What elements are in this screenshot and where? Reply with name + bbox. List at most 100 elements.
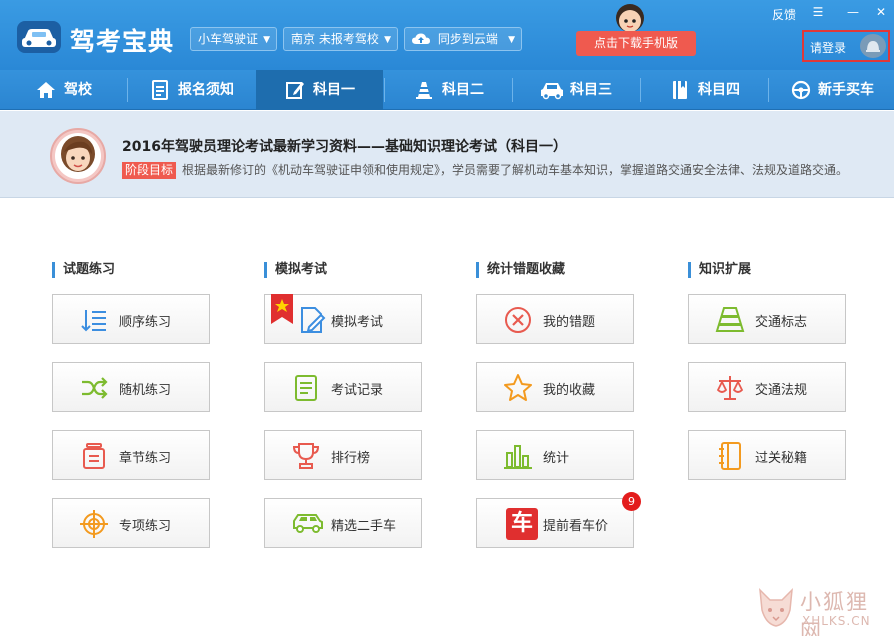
record-icon [295,375,317,401]
nav-item-registration[interactable]: 报名须知 [128,70,255,110]
exam-edit-icon [301,307,326,333]
title-bar: 驾考宝典 小车驾驶证 ▼ 南京 未报考驾校 ▼ 同步到云端 ▼ 点击下载手机版 … [0,0,894,70]
nav-item-buy-car[interactable]: 新手买车 [769,70,894,110]
car-icon [541,83,563,100]
statistics-button[interactable]: 统计 [476,430,634,480]
card-label: 精选二手车 [331,519,397,534]
mock-exam-button[interactable]: 模拟考试 [264,294,422,344]
traffic-sign-icon [715,307,745,332]
nav-label: 科目二 [442,82,484,98]
card-label: 过关秘籍 [755,451,808,466]
chapter-icon [83,443,105,469]
sync-select[interactable]: 同步到云端 ▼ [404,27,522,51]
chevron-down-icon: ▼ [384,35,391,45]
banner-description: 根据最新修订的《机动车驾驶证申领和使用规定》，学员需要了解机动车基本知识，掌握道… [182,163,849,177]
card-label: 章节练习 [119,451,172,466]
document-icon [152,80,168,100]
nav-label: 新手买车 [818,82,874,98]
special-practice-button[interactable]: 专项练习 [52,498,210,548]
nav-label: 报名须知 [178,82,234,98]
car-logo-icon [17,21,61,53]
chapter-practice-button[interactable]: 章节练习 [52,430,210,480]
user-avatar-icon [860,34,886,58]
used-car-icon [293,514,323,533]
nav-item-subject-two[interactable]: 科目二 [385,70,512,110]
car-price-button[interactable]: 车 提前看车价 [476,498,634,548]
location-select[interactable]: 南京 未报考驾校 ▼ [283,27,398,51]
cloud-upload-icon [412,33,430,44]
mascot-icon [616,4,644,32]
card-label: 考试记录 [331,383,384,398]
edit-icon [286,82,304,99]
card-label: 提前看车价 [543,519,609,534]
nav-item-subject-four[interactable]: 科目四 [641,70,768,110]
fox-logo-icon [759,587,793,627]
notification-badge: 9 [622,492,641,511]
location-value: 南京 未报考驾校 [291,32,379,46]
card-label: 交通标志 [755,315,808,330]
star-icon [504,374,532,401]
stage-goal-tag: 阶段目标 [122,162,177,179]
card-label: 我的错题 [543,315,596,330]
download-mobile-button[interactable]: 点击下载手机版 [576,31,696,56]
section-title-stats: 统计错题收藏 [476,262,565,278]
license-type-select[interactable]: 小车驾驶证 ▼ [190,27,277,51]
leaderboard-button[interactable]: 排行榜 [264,430,422,480]
nav-item-subject-three[interactable]: 科目三 [513,70,640,110]
app-title: 驾考宝典 [70,27,175,56]
target-icon [80,510,108,538]
steering-wheel-icon [791,80,811,100]
nav-item-driving-school[interactable]: 驾校 [0,70,127,110]
chevron-down-icon: ▼ [263,35,270,45]
card-label: 交通法规 [755,383,808,398]
wrong-icon [505,307,531,333]
watermark: 小狐狸网 XHLKS.CN [750,586,890,636]
nav-label: 驾校 [64,82,92,98]
feedback-link[interactable]: 反馈 [772,6,796,23]
scales-icon [716,376,744,400]
section-title-practice: 试题练习 [52,262,115,278]
main-nav: 驾校 报名须知 科目一 科目二 科目三 科目四 新手买车 [0,70,894,110]
banner-title: 2016年驾驶员理论考试最新学习资料——基础知识理论考试（科目一） [122,139,567,155]
nav-label: 科目三 [570,82,612,98]
license-type-value: 小车驾驶证 [198,32,259,46]
traffic-signs-button[interactable]: 交通标志 [688,294,846,344]
card-label: 我的收藏 [543,383,596,398]
nav-item-subject-one[interactable]: 科目一 [256,70,383,110]
card-label: 排行榜 [331,451,371,466]
card-label: 顺序练习 [119,315,172,330]
home-icon [37,82,55,98]
card-label: 随机练习 [119,383,172,398]
hot-ribbon-icon [271,294,293,324]
watermark-title: 小狐狸网 [800,590,869,636]
sequential-practice-button[interactable]: 顺序练习 [52,294,210,344]
random-practice-button[interactable]: 随机练习 [52,362,210,412]
nav-label: 科目四 [698,82,740,98]
used-car-button[interactable]: 精选二手车 [264,498,422,548]
sync-label: 同步到云端 [437,32,498,46]
instructor-avatar-icon [50,128,106,184]
cone-icon [416,82,432,99]
menu-icon[interactable]: ☰ [810,4,826,20]
minimize-icon[interactable]: — [845,4,861,20]
my-favorites-button[interactable]: 我的收藏 [476,362,634,412]
card-label: 模拟考试 [331,315,384,330]
pass-tips-button[interactable]: 过关秘籍 [688,430,846,480]
card-label: 统计 [543,451,570,466]
chevron-down-icon: ▼ [508,35,515,45]
bar-chart-icon [504,445,532,469]
trophy-icon [292,443,320,469]
my-mistakes-button[interactable]: 我的错题 [476,294,634,344]
traffic-laws-button[interactable]: 交通法规 [688,362,846,412]
section-title-knowledge: 知识扩展 [688,262,751,278]
nav-label: 科目一 [313,82,355,98]
close-icon[interactable]: ✕ [873,4,889,20]
section-title-mock-exam: 模拟考试 [264,262,327,278]
notebook-icon [719,442,741,470]
watermark-url: XHLKS.CN [802,614,871,628]
book-icon [673,81,687,99]
ordered-list-icon [81,310,106,332]
login-button[interactable]: 请登录 [802,30,890,62]
exam-record-button[interactable]: 考试记录 [264,362,422,412]
car-price-icon: 车 [506,508,538,540]
